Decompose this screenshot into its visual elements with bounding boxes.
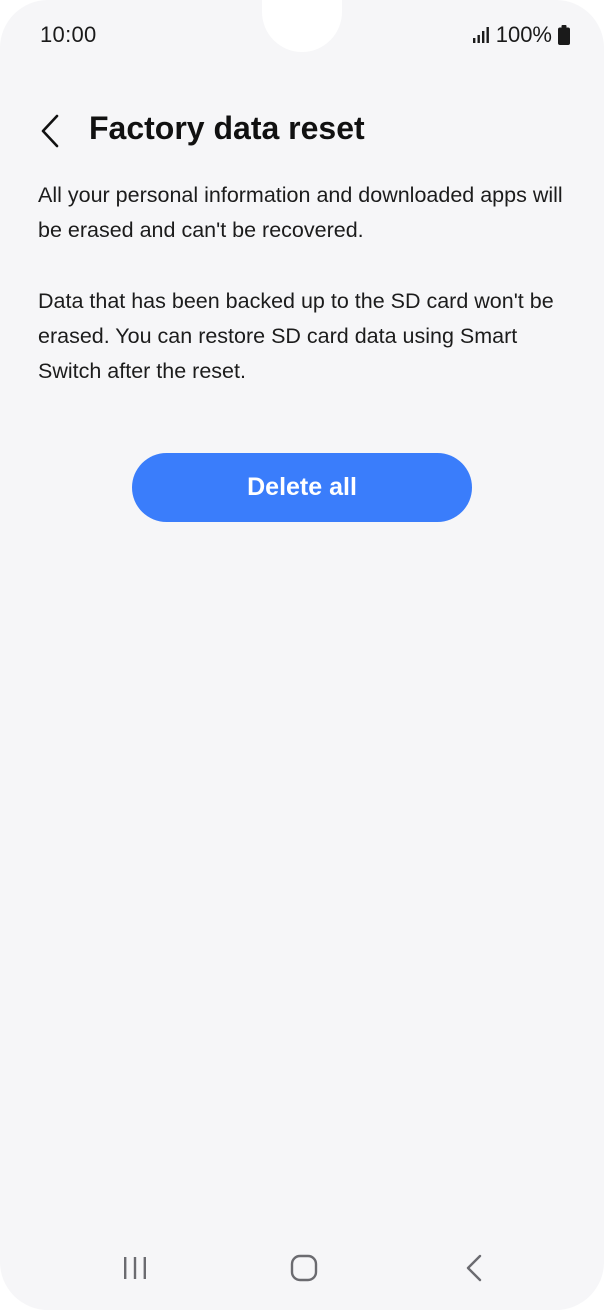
navigation-bar <box>0 1238 604 1310</box>
chevron-left-icon <box>41 114 59 148</box>
erase-warning-text: All your personal information and downlo… <box>38 183 563 242</box>
back-icon <box>466 1254 482 1282</box>
back-button[interactable] <box>30 108 70 154</box>
reset-description: All your personal information and downlo… <box>38 178 568 425</box>
status-indicators: 100% <box>472 22 570 48</box>
app-header: Factory data reset <box>0 108 604 156</box>
status-time: 10:00 <box>40 22 97 47</box>
home-icon <box>290 1254 318 1282</box>
page-title: Factory data reset <box>89 110 365 146</box>
sd-card-info-text: Data that has been backed up to the SD c… <box>38 289 554 383</box>
battery-percentage: 100% <box>495 22 552 47</box>
delete-all-button[interactable]: Delete all <box>132 453 472 522</box>
recents-icon <box>124 1257 146 1279</box>
battery-icon <box>558 25 570 45</box>
signal-icon <box>472 27 489 43</box>
status-bar: 10:00 100% <box>0 0 604 72</box>
recents-button[interactable] <box>105 1238 165 1298</box>
phone-screen: 10:00 100% Factory data reset All your p… <box>0 0 604 1310</box>
nav-back-button[interactable] <box>444 1238 504 1298</box>
home-button[interactable] <box>274 1238 334 1298</box>
